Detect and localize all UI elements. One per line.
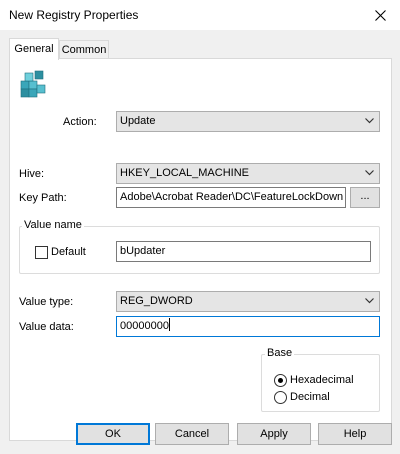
value-data-label: Value data:	[19, 321, 74, 333]
decimal-label: Decimal	[290, 391, 330, 403]
action-select-value: Update	[120, 115, 156, 127]
apply-button[interactable]: Apply	[237, 423, 311, 445]
registry-properties-dialog: New Registry Properties General Common A…	[0, 0, 400, 454]
title-bar: New Registry Properties	[0, 0, 400, 30]
browse-key-button[interactable]: ...	[350, 187, 380, 208]
value-type-label: Value type:	[19, 296, 74, 308]
hive-select[interactable]: HKEY_LOCAL_MACHINE	[116, 163, 380, 184]
radio-selected-dot	[278, 378, 283, 383]
value-data-input[interactable]: 00000000	[116, 316, 380, 337]
base-group-label: Base	[265, 347, 295, 359]
registry-cubes-icon	[20, 70, 46, 98]
dialog-client-area: General Common Action: Update Hive: HKEY…	[0, 30, 400, 454]
close-button[interactable]	[360, 0, 400, 30]
window-title: New Registry Properties	[9, 8, 139, 22]
text-caret	[168, 318, 170, 331]
cancel-button[interactable]: Cancel	[155, 423, 229, 445]
decimal-radio[interactable]	[274, 391, 287, 404]
hexadecimal-radio[interactable]	[274, 374, 287, 387]
hive-select-value: HKEY_LOCAL_MACHINE	[120, 167, 249, 179]
tab-common[interactable]: Common	[59, 40, 109, 59]
close-icon	[374, 9, 386, 21]
chevron-down-icon	[365, 298, 374, 304]
ok-button[interactable]: OK	[76, 423, 150, 445]
key-path-input[interactable]: Adobe\Acrobat Reader\DC\FeatureLockDown	[116, 187, 346, 208]
value-name-input[interactable]: bUpdater	[116, 241, 371, 262]
value-type-value: REG_DWORD	[120, 295, 193, 307]
chevron-down-icon	[365, 170, 374, 176]
help-button[interactable]: Help	[318, 423, 392, 445]
value-type-select[interactable]: REG_DWORD	[116, 291, 380, 312]
tab-page-general: Action: Update Hive: HKEY_LOCAL_MACHINE …	[9, 58, 392, 441]
key-path-value: Adobe\Acrobat Reader\DC\FeatureLockDown	[120, 191, 344, 203]
value-name-value: bUpdater	[120, 245, 166, 257]
value-data-value: 00000000	[120, 320, 169, 332]
default-checkbox-label: Default	[51, 246, 86, 258]
hexadecimal-label: Hexadecimal	[290, 374, 354, 386]
hive-label: Hive:	[19, 168, 45, 180]
value-name-group-label: Value name	[22, 219, 84, 231]
action-label: Action:	[63, 116, 97, 128]
default-checkbox[interactable]	[35, 246, 48, 259]
action-select[interactable]: Update	[116, 111, 380, 132]
chevron-down-icon	[365, 118, 374, 124]
tab-general[interactable]: General	[9, 38, 59, 60]
key-path-label: Key Path:	[19, 192, 67, 204]
